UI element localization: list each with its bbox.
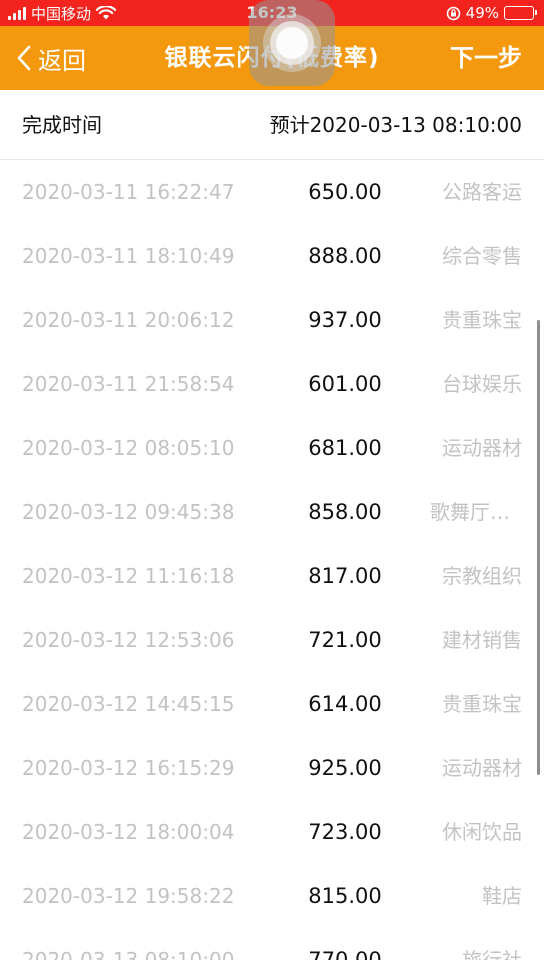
row-amount: 815.00	[308, 884, 382, 908]
orientation-lock-icon	[446, 6, 460, 20]
completion-time-row: 完成时间 预计2020-03-13 08:10:00	[0, 90, 544, 160]
row-amount: 925.00	[308, 756, 382, 780]
row-category: 建材销售	[442, 628, 522, 652]
list-item[interactable]: 2020-03-11 20:06:12 937.00 贵重珠宝	[0, 288, 544, 352]
list-item[interactable]: 2020-03-12 11:16:18 817.00 宗教组织	[0, 544, 544, 608]
row-time: 2020-03-12 19:58:22	[22, 884, 235, 908]
row-amount: 817.00	[308, 564, 382, 588]
row-amount: 937.00	[308, 308, 382, 332]
list-item[interactable]: 2020-03-12 16:15:29 925.00 运动器材	[0, 736, 544, 800]
row-category: 运动器材	[442, 756, 522, 780]
completion-time-value: 预计2020-03-13 08:10:00	[269, 113, 522, 137]
list-item[interactable]: 2020-03-12 19:58:22 815.00 鞋店	[0, 864, 544, 928]
list-item[interactable]: 2020-03-11 16:22:47 650.00 公路客运	[0, 160, 544, 224]
row-category: 综合零售	[442, 244, 522, 268]
row-amount: 681.00	[308, 436, 382, 460]
list-item[interactable]: 2020-03-12 09:45:38 858.00 歌舞厅娱乐	[0, 480, 544, 544]
list-item[interactable]: 2020-03-13 08:10:00 770.00 旅行社	[0, 928, 544, 960]
row-category: 歌舞厅娱乐	[430, 500, 522, 524]
row-time: 2020-03-12 11:16:18	[22, 564, 235, 588]
battery-icon	[504, 6, 537, 20]
row-amount: 614.00	[308, 692, 382, 716]
row-time: 2020-03-12 09:45:38	[22, 500, 235, 524]
list-item[interactable]: 2020-03-12 12:53:06 721.00 建材销售	[0, 608, 544, 672]
row-time: 2020-03-12 14:45:15	[22, 692, 235, 716]
list-item[interactable]: 2020-03-12 14:45:15 614.00 贵重珠宝	[0, 672, 544, 736]
row-amount: 770.00	[308, 948, 382, 960]
scrollbar[interactable]	[537, 320, 540, 775]
row-time: 2020-03-11 18:10:49	[22, 244, 235, 268]
row-time: 2020-03-11 21:58:54	[22, 372, 235, 396]
row-time: 2020-03-13 08:10:00	[22, 948, 235, 960]
row-amount: 650.00	[308, 180, 382, 204]
completion-time-label: 完成时间	[22, 113, 102, 137]
list-item[interactable]: 2020-03-11 21:58:54 601.00 台球娱乐	[0, 352, 544, 416]
row-time: 2020-03-12 08:05:10	[22, 436, 235, 460]
assistive-touch-button[interactable]	[249, 0, 335, 86]
row-category: 运动器材	[442, 436, 522, 460]
row-category: 公路客运	[442, 180, 522, 204]
status-right: 49%	[446, 0, 537, 26]
row-category: 旅行社	[462, 948, 522, 960]
row-amount: 723.00	[308, 820, 382, 844]
row-time: 2020-03-12 16:15:29	[22, 756, 235, 780]
row-category: 贵重珠宝	[442, 308, 522, 332]
row-amount: 601.00	[308, 372, 382, 396]
transaction-list[interactable]: 2020-03-11 16:22:47 650.00 公路客运 2020-03-11 …	[0, 160, 544, 960]
battery-percent: 49%	[465, 4, 499, 22]
row-category: 台球娱乐	[442, 372, 522, 396]
row-time: 2020-03-12 18:00:04	[22, 820, 235, 844]
row-time: 2020-03-12 12:53:06	[22, 628, 235, 652]
row-amount: 721.00	[308, 628, 382, 652]
list-item[interactable]: 2020-03-12 18:00:04 723.00 休闲饮品	[0, 800, 544, 864]
next-step-button[interactable]: 下一步	[450, 26, 522, 90]
row-category: 贵重珠宝	[442, 692, 522, 716]
list-item[interactable]: 2020-03-11 18:10:49 888.00 综合零售	[0, 224, 544, 288]
row-category: 鞋店	[482, 884, 522, 908]
row-time: 2020-03-11 16:22:47	[22, 180, 235, 204]
row-amount: 858.00	[308, 500, 382, 524]
row-time: 2020-03-11 20:06:12	[22, 308, 235, 332]
row-amount: 888.00	[308, 244, 382, 268]
row-category: 宗教组织	[442, 564, 522, 588]
row-category: 休闲饮品	[442, 820, 522, 844]
list-item[interactable]: 2020-03-12 08:05:10 681.00 运动器材	[0, 416, 544, 480]
